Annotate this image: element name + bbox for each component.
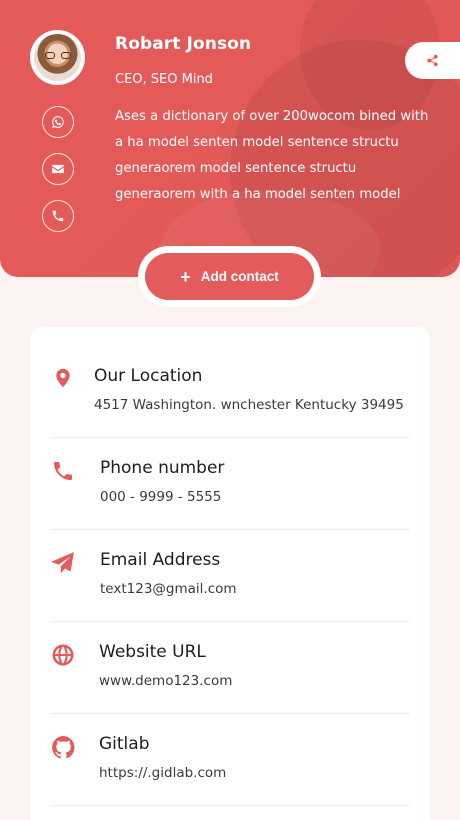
- avatar: [30, 30, 85, 85]
- add-contact-wrapper: + Add contact: [138, 246, 321, 307]
- phone-icon: [50, 458, 76, 484]
- add-contact-button[interactable]: + Add contact: [145, 253, 314, 300]
- info-row-email: Email Address text123@gmail.com: [50, 530, 410, 622]
- info-row-phone: Phone number 000 - 9999 - 5555: [50, 438, 410, 530]
- location-pin-icon: [50, 365, 76, 391]
- info-value: 4517 Washington. wnchester Kentucky 3949…: [94, 397, 404, 413]
- profile-name: Robart Jonson: [115, 34, 252, 54]
- info-title: Phone number: [100, 458, 225, 478]
- share-button[interactable]: [405, 42, 460, 79]
- share-icon: [427, 54, 438, 67]
- info-title: Our Location: [94, 366, 203, 386]
- info-value[interactable]: www.demo123.com: [99, 673, 232, 689]
- info-title: Website URL: [99, 642, 206, 662]
- whatsapp-button[interactable]: [42, 106, 74, 138]
- info-row-gitlab: Gitlab https://.gidlab.com: [50, 714, 410, 806]
- info-value[interactable]: https://.gidlab.com: [99, 765, 226, 781]
- envelope-icon: [52, 164, 64, 174]
- avatar-image: [34, 34, 81, 81]
- info-title: Email Address: [100, 550, 221, 570]
- profile-role: CEO, SEO Mind: [115, 72, 213, 87]
- github-icon: [50, 734, 76, 760]
- info-value[interactable]: text123@gmail.com: [100, 581, 237, 597]
- globe-icon: [50, 642, 76, 668]
- contact-info-card: Our Location 4517 Washington. wnchester …: [30, 327, 430, 820]
- info-row-location: Our Location 4517 Washington. wnchester …: [50, 327, 410, 438]
- paper-plane-icon: [50, 550, 76, 576]
- plus-icon: +: [180, 266, 191, 287]
- phone-icon: [52, 210, 64, 222]
- info-title: Gitlab: [99, 734, 150, 754]
- call-button[interactable]: [42, 200, 74, 232]
- info-row-website: Website URL www.demo123.com: [50, 622, 410, 714]
- profile-header: Robart Jonson CEO, SEO Mind Ases a dicti…: [0, 0, 460, 277]
- profile-bio: Ases a dictionary of over 200wocom bined…: [115, 109, 429, 202]
- add-contact-label: Add contact: [200, 269, 279, 284]
- whatsapp-icon: [52, 116, 64, 128]
- email-button[interactable]: [42, 153, 74, 185]
- info-value[interactable]: 000 - 9999 - 5555: [100, 489, 221, 505]
